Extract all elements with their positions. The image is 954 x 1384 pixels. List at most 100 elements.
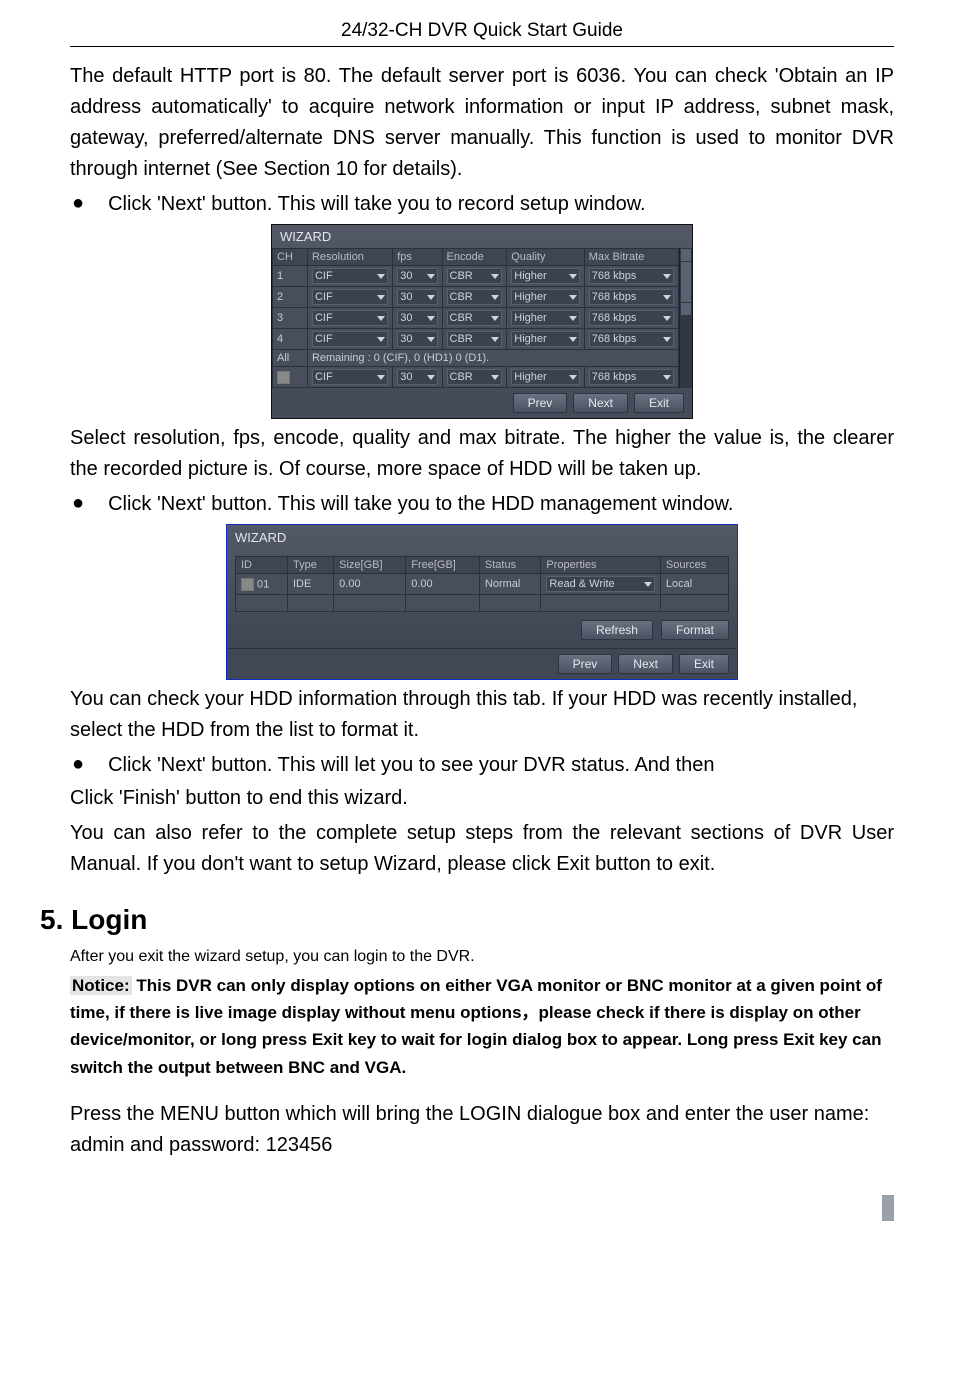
encode-select[interactable]: CBR	[447, 369, 503, 385]
refresh-button[interactable]: Refresh	[581, 620, 653, 640]
intro-paragraph: The default HTTP port is 80. The default…	[70, 61, 894, 185]
encode-select[interactable]: CBR	[447, 268, 503, 284]
table-row: 3 CIF 30 CBR Higher 768 kbps	[273, 308, 679, 329]
resolution-select[interactable]: CIF	[312, 369, 388, 385]
resolution-select[interactable]: CIF	[312, 289, 388, 305]
exit-button[interactable]: Exit	[634, 393, 684, 413]
bullet-3-text: Click 'Next' button. This will let you t…	[108, 750, 714, 781]
all-checkbox[interactable]	[277, 371, 290, 384]
remaining-text: Remaining : 0 (CIF), 0 (HD1) 0 (D1).	[307, 350, 678, 367]
next-button[interactable]: Next	[573, 393, 628, 413]
paragraph-after-wizard: After you exit the wizard setup, you can…	[70, 948, 894, 966]
col-src: Sources	[660, 557, 728, 574]
cell-ch: 1	[273, 266, 308, 287]
chevron-down-icon	[569, 274, 577, 279]
resolution-select[interactable]: CIF	[312, 268, 388, 284]
fps-select[interactable]: 30	[397, 369, 437, 385]
bitrate-select[interactable]: 768 kbps	[589, 369, 675, 385]
bullet-2: ● Click 'Next' button. This will take yo…	[70, 489, 894, 520]
quality-select[interactable]: Higher	[511, 369, 579, 385]
bullet-2-text: Click 'Next' button. This will take you …	[108, 489, 733, 520]
hdd-checkbox[interactable]	[241, 578, 254, 591]
col-id: ID	[236, 557, 288, 574]
bitrate-select[interactable]: 768 kbps	[589, 310, 675, 326]
properties-select[interactable]: Read & Write	[546, 576, 655, 592]
prev-button[interactable]: Prev	[513, 393, 568, 413]
col-enc: Encode	[442, 249, 507, 266]
fps-select[interactable]: 30	[397, 289, 437, 305]
wizard-hdd-table: ID Type Size[GB] Free[GB] Status Propert…	[235, 556, 729, 612]
paragraph-resolution: Select resolution, fps, encode, quality …	[70, 423, 894, 485]
paragraph-hdd-info: You can check your HDD information throu…	[70, 684, 894, 746]
table-row: 01 IDE 0.00 0.00 Normal Read & Write Loc…	[236, 574, 729, 595]
wizard-record-table: CH Resolution fps Encode Quality Max Bit…	[272, 248, 679, 388]
table-row-all-label: All Remaining : 0 (CIF), 0 (HD1) 0 (D1).	[273, 350, 679, 367]
scroll-down-icon[interactable]	[681, 303, 691, 315]
bullet-dot-icon: ●	[70, 489, 84, 520]
footer-marker	[882, 1195, 894, 1221]
format-button[interactable]: Format	[661, 620, 729, 640]
footer-stripe	[70, 1195, 894, 1209]
fps-select[interactable]: 30	[397, 331, 437, 347]
bitrate-select[interactable]: 768 kbps	[589, 289, 675, 305]
resolution-select[interactable]: CIF	[312, 310, 388, 326]
quality-select[interactable]: Higher	[511, 268, 579, 284]
scroll-thumb[interactable]	[681, 262, 691, 302]
chevron-down-icon	[427, 274, 435, 279]
encode-select[interactable]: CBR	[447, 331, 503, 347]
bullet-1: ● Click 'Next' button. This will take yo…	[70, 189, 894, 220]
col-res: Resolution	[307, 249, 392, 266]
scroll-up-icon[interactable]	[681, 249, 691, 261]
quality-select[interactable]: Higher	[511, 310, 579, 326]
bullet-dot-icon: ●	[70, 189, 84, 220]
notice-text: This DVR can only display options on eit…	[70, 976, 882, 1077]
resolution-select[interactable]: CIF	[312, 331, 388, 347]
chevron-down-icon	[663, 274, 671, 279]
paragraph-refer: You can also refer to the complete setup…	[70, 818, 894, 880]
wizard-hdd: WIZARD ID Type Size[GB] Free[GB] Status …	[226, 524, 738, 680]
wizard-hdd-title: WIZARD	[227, 525, 737, 550]
fps-select[interactable]: 30	[397, 268, 437, 284]
bullet-dot-icon: ●	[70, 750, 84, 781]
prev-button[interactable]: Prev	[558, 654, 613, 674]
chevron-down-icon	[644, 582, 652, 587]
bitrate-select[interactable]: 768 kbps	[589, 268, 675, 284]
bitrate-select[interactable]: 768 kbps	[589, 331, 675, 347]
exit-button[interactable]: Exit	[679, 654, 729, 674]
col-size: Size[GB]	[334, 557, 406, 574]
table-row-all: CIF 30 CBR Higher 768 kbps	[273, 367, 679, 388]
quality-select[interactable]: Higher	[511, 331, 579, 347]
table-row: 1 CIF 30 CBR Higher 768 kbps	[273, 266, 679, 287]
col-prop: Properties	[541, 557, 661, 574]
notice-paragraph: Notice: This DVR can only display option…	[70, 972, 894, 1081]
header-rule	[70, 46, 894, 47]
paragraph-login: Press the MENU button which will bring t…	[70, 1099, 894, 1161]
quality-select[interactable]: Higher	[511, 289, 579, 305]
table-row: 2 CIF 30 CBR Higher 768 kbps	[273, 287, 679, 308]
cell-src: Local	[660, 574, 728, 595]
all-label: All	[273, 350, 308, 367]
col-qual: Quality	[507, 249, 584, 266]
cell-status: Normal	[479, 574, 541, 595]
paragraph-finish: Click 'Finish' button to end this wizard…	[70, 783, 894, 814]
col-fps: fps	[393, 249, 442, 266]
table-row-empty	[236, 595, 729, 612]
bullet-3: ● Click 'Next' button. This will let you…	[70, 750, 894, 781]
chevron-down-icon	[377, 274, 385, 279]
col-free: Free[GB]	[406, 557, 480, 574]
bullet-1-text: Click 'Next' button. This will take you …	[108, 189, 646, 220]
col-ch: CH	[273, 249, 308, 266]
cell-size: 0.00	[334, 574, 406, 595]
encode-select[interactable]: CBR	[447, 289, 503, 305]
cell-type: IDE	[287, 574, 333, 595]
notice-label: Notice:	[70, 976, 132, 995]
table-row: 4 CIF 30 CBR Higher 768 kbps	[273, 329, 679, 350]
col-br: Max Bitrate	[584, 249, 679, 266]
encode-select[interactable]: CBR	[447, 310, 503, 326]
fps-select[interactable]: 30	[397, 310, 437, 326]
next-button[interactable]: Next	[618, 654, 673, 674]
wizard-record-title: WIZARD	[272, 225, 692, 248]
scrollbar[interactable]	[679, 248, 692, 388]
wizard-record: WIZARD CH Resolution fps Encode Quality …	[271, 224, 693, 419]
chevron-down-icon	[491, 274, 499, 279]
